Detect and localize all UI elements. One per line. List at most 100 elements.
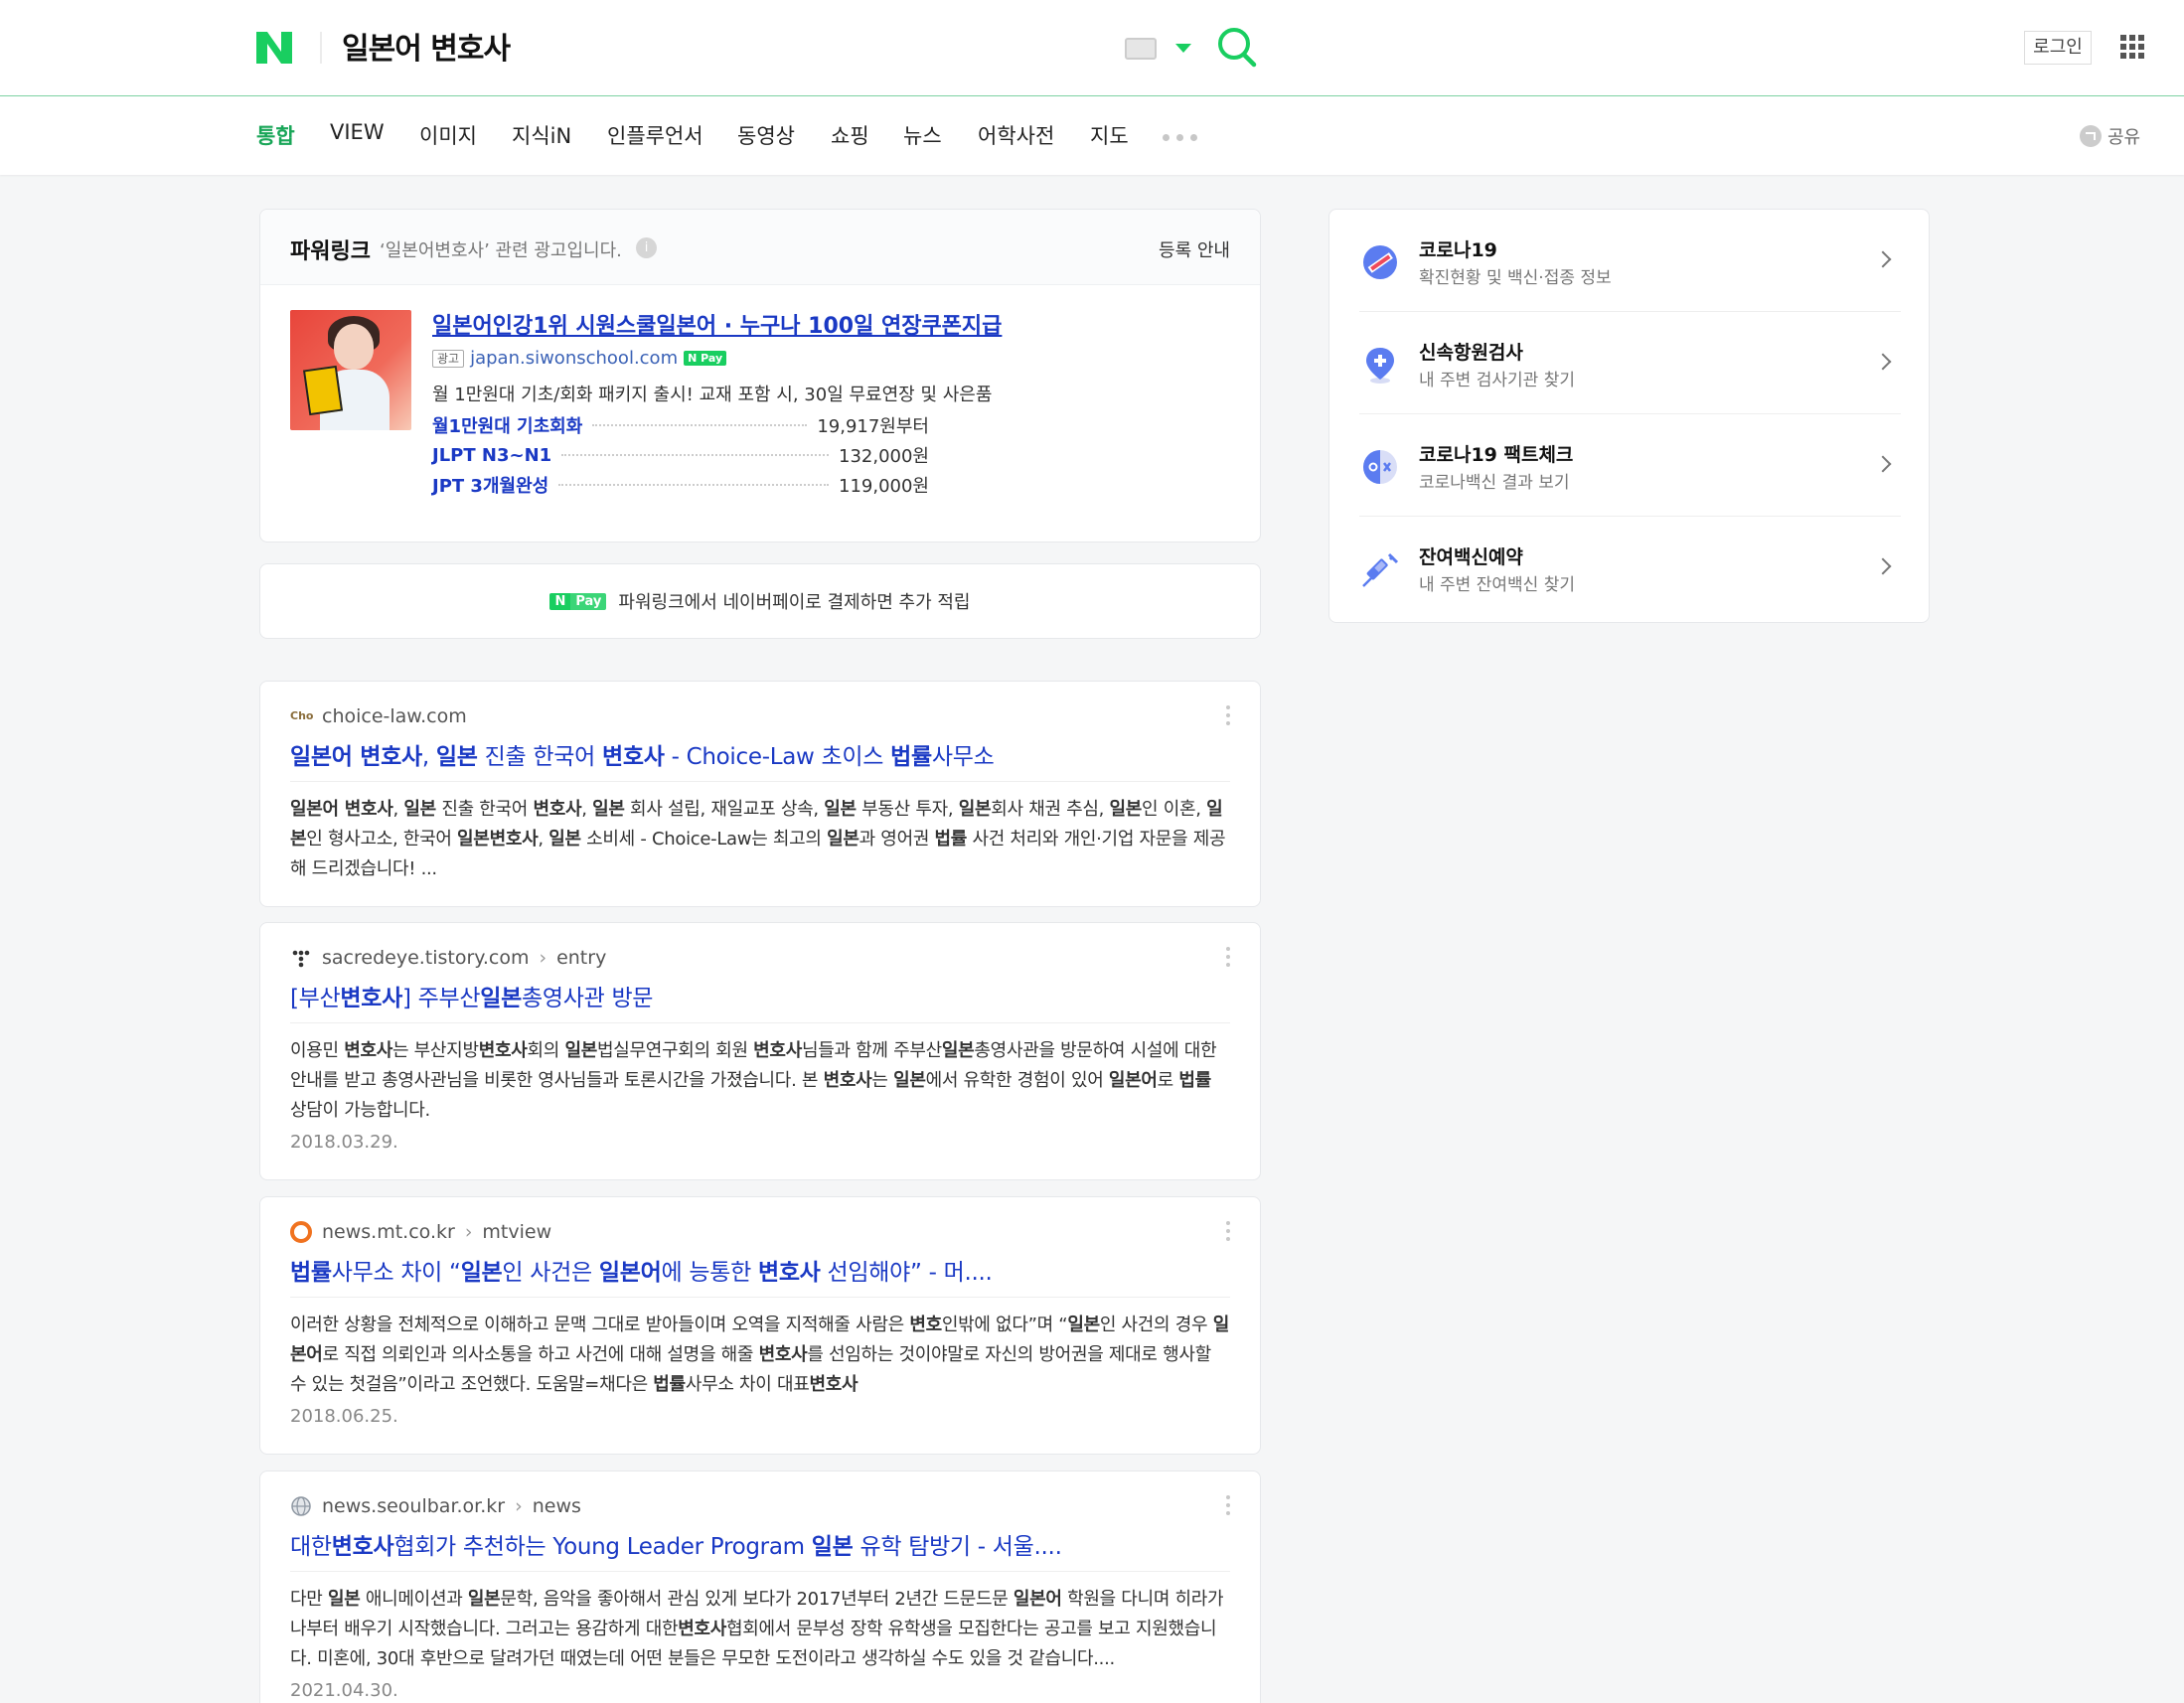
tab-shopping[interactable]: 쇼핑: [831, 120, 869, 150]
ad-sublink-price: 19,917원부터: [817, 416, 929, 437]
ad-sublink-price: 119,000원: [839, 476, 929, 497]
ad-sublink-label[interactable]: JPT 3개월완성: [432, 472, 548, 498]
result-domain[interactable]: choice-law.com: [322, 705, 467, 727]
covid-icon: [1363, 245, 1397, 279]
more-options-icon[interactable]: [1226, 1221, 1230, 1241]
more-options-icon[interactable]: [1226, 947, 1230, 967]
mt-favicon-icon: [290, 1221, 312, 1243]
sidebar-item-covid19[interactable]: 코로나19 확진현황 및 백신·접종 정보: [1359, 210, 1901, 312]
result-title-link[interactable]: [부산변호사] 주부산일본총영사관 방문: [290, 979, 653, 1012]
tab-kin[interactable]: 지식iN: [512, 120, 571, 150]
sidebar-item-title: 잔여백신예약: [1419, 546, 1523, 568]
result-source[interactable]: news.seoulbar.or.kr › news: [290, 1495, 581, 1517]
powerlink-title: 파워링크: [290, 239, 371, 264]
apps-grid-icon[interactable]: [2120, 35, 2144, 59]
tab-integrated[interactable]: 통합: [256, 120, 295, 150]
globe-icon: [291, 1496, 311, 1516]
tab-video[interactable]: 동영상: [737, 120, 795, 150]
result-source[interactable]: sacredeye.tistory.com › entry: [290, 947, 606, 969]
ad-url-row: 광고 japan.siwonschool.com N Pay: [432, 348, 727, 369]
more-options-icon[interactable]: [1226, 1495, 1230, 1515]
search-result: news.seoulbar.or.kr › news 대한변호사협회가 추천하는…: [259, 1471, 1261, 1703]
register-guide-link[interactable]: 등록 안내: [1159, 236, 1230, 262]
result-date: 2018.06.25.: [290, 1406, 398, 1427]
more-options-icon[interactable]: [1226, 705, 1230, 725]
covid-info-panel: 코로나19 확진현황 및 백신·접종 정보 신속항원검사 내 주변 검사기관 찾…: [1328, 209, 1930, 623]
npay-banner[interactable]: N Pay 파워링크에서 네이버페이로 결제하면 추가 적립: [259, 563, 1261, 639]
sidebar-item-title: 코로나19 팩트체크: [1419, 444, 1574, 466]
search-result: sacredeye.tistory.com › entry [부산변호사] 주부…: [259, 922, 1261, 1180]
sidebar-item-rapid-test[interactable]: 신속항원검사 내 주변 검사기관 찾기: [1359, 312, 1901, 414]
result-date: 2018.03.29.: [290, 1132, 398, 1153]
powerlink-section: 파워링크 ‘일본어변호사’ 관련 광고입니다. i 등록 안내 일본어인강1위 …: [259, 209, 1261, 542]
tab-news[interactable]: 뉴스: [903, 120, 942, 150]
ad-thumbnail[interactable]: [290, 310, 411, 430]
search-tabs: 통합 VIEW 이미지 지식iN 인플루언서 동영상 쇼핑 뉴스 어학사전 지도…: [0, 96, 2184, 175]
keyboard-icon[interactable]: [1125, 38, 1157, 60]
result-title-link[interactable]: 법률사무소 차이 “일본인 사건은 일본어에 능통한 변호사 선임해야” - 머…: [290, 1253, 993, 1287]
search-divider: [320, 32, 322, 64]
result-title-link[interactable]: 대한변호사협회가 추천하는 Young Leader Program 일본 유학…: [290, 1527, 1062, 1561]
share-icon: [2080, 125, 2102, 147]
tab-view[interactable]: VIEW: [330, 120, 385, 144]
tistory-favicon-icon: [292, 950, 310, 968]
result-source[interactable]: news.mt.co.kr › mtview: [290, 1221, 551, 1243]
sidebar-item-sub: 내 주변 검사기관 찾기: [1419, 371, 1575, 390]
result-snippet: 이용민 변호사는 부산지방변호사회의 일본법실무연구회의 회원 변호사님들과 함…: [290, 1040, 1217, 1121]
search-query-input[interactable]: 일본어 변호사: [342, 24, 511, 68]
chevron-right-icon: [1874, 455, 1892, 473]
chevron-right-icon: [1874, 353, 1892, 371]
ad-title-link[interactable]: 일본어인강1위 시원스쿨일본어 · 누구나 100일 연장쿠폰지급: [432, 308, 1002, 340]
site-favicon-icon: Cho: [290, 709, 314, 722]
info-icon[interactable]: i: [636, 237, 657, 258]
result-snippet: 다만 일본 애니메이션과 일본문학, 음악을 좋아해서 관심 있게 보다가 20…: [290, 1589, 1224, 1669]
ad-sublink[interactable]: JLPT N3~N1 132,000원: [432, 442, 929, 468]
result-date: 2021.04.30.: [290, 1680, 398, 1701]
result-title-link[interactable]: 일본어 변호사, 일본 진출 한국어 변호사 - Choice-Law 초이스 …: [290, 737, 995, 771]
tab-image[interactable]: 이미지: [419, 120, 477, 150]
npay-n: N: [549, 592, 571, 610]
result-domain[interactable]: news.mt.co.kr: [322, 1221, 455, 1243]
tab-influencer[interactable]: 인플루언서: [607, 120, 703, 150]
sidebar-item-sub: 코로나백신 결과 보기: [1419, 473, 1570, 493]
npay-banner-text: 파워링크에서 네이버페이로 결제하면 추가 적립: [618, 592, 971, 613]
sidebar-item-factcheck[interactable]: 코로나19 팩트체크 코로나백신 결과 보기: [1359, 414, 1901, 517]
tab-map[interactable]: 지도: [1090, 120, 1129, 150]
result-crumb: mtview: [482, 1221, 552, 1243]
sidebar-item-sub: 내 주변 잔여백신 찾기: [1419, 575, 1575, 595]
result-domain[interactable]: news.seoulbar.or.kr: [322, 1495, 505, 1517]
ad-sublink-label[interactable]: JLPT N3~N1: [432, 445, 551, 466]
ad-sublink[interactable]: 월1만원대 기초회화 19,917원부터: [432, 412, 929, 438]
result-crumb: news: [532, 1495, 581, 1517]
result-source[interactable]: Cho choice-law.com: [290, 705, 467, 727]
divider: [290, 1297, 1230, 1298]
ad-tag: 광고: [432, 349, 465, 368]
ad-sublink-label[interactable]: 월1만원대 기초회화: [432, 412, 582, 438]
fact-check-icon: [1363, 450, 1397, 484]
ad-sublink[interactable]: JPT 3개월완성 119,000원: [432, 472, 929, 498]
ad-url-link[interactable]: japan.siwonschool.com: [470, 348, 678, 369]
npay-logo: N Pay: [549, 592, 607, 610]
powerlink-desc: ‘일본어변호사’ 관련 광고입니다.: [380, 240, 622, 261]
search-result: Cho choice-law.com 일본어 변호사, 일본 진출 한국어 변호…: [259, 681, 1261, 907]
sidebar-item-title: 신속항원검사: [1419, 342, 1523, 364]
result-domain[interactable]: sacredeye.tistory.com: [322, 947, 529, 969]
npay-pay: Pay: [570, 592, 607, 610]
naver-logo-icon[interactable]: [254, 28, 294, 68]
share-button[interactable]: 공유: [2080, 123, 2140, 149]
login-button[interactable]: 로그인: [2024, 31, 2092, 65]
npay-badge: N Pay: [684, 351, 727, 366]
divider: [290, 1571, 1230, 1572]
divider: [290, 781, 1230, 782]
powerlink-header: 파워링크 ‘일본어변호사’ 관련 광고입니다. i 등록 안내: [260, 210, 1260, 285]
tab-dictionary[interactable]: 어학사전: [978, 120, 1054, 150]
more-tabs-icon[interactable]: [1163, 134, 1197, 141]
result-crumb: entry: [556, 947, 607, 969]
result-snippet: 이러한 상황을 전체적으로 이해하고 문맥 그대로 받아들이며 오역을 지적해줄…: [290, 1315, 1229, 1395]
search-icon[interactable]: [1216, 26, 1258, 68]
chevron-right-icon: [1874, 557, 1892, 575]
sidebar-item-vaccine[interactable]: 잔여백신예약 내 주변 잔여백신 찾기: [1359, 517, 1901, 619]
header: 일본어 변호사 로그인: [0, 0, 2184, 96]
chevron-down-icon[interactable]: [1175, 44, 1191, 53]
sidebar-item-title: 코로나19: [1419, 239, 1497, 261]
